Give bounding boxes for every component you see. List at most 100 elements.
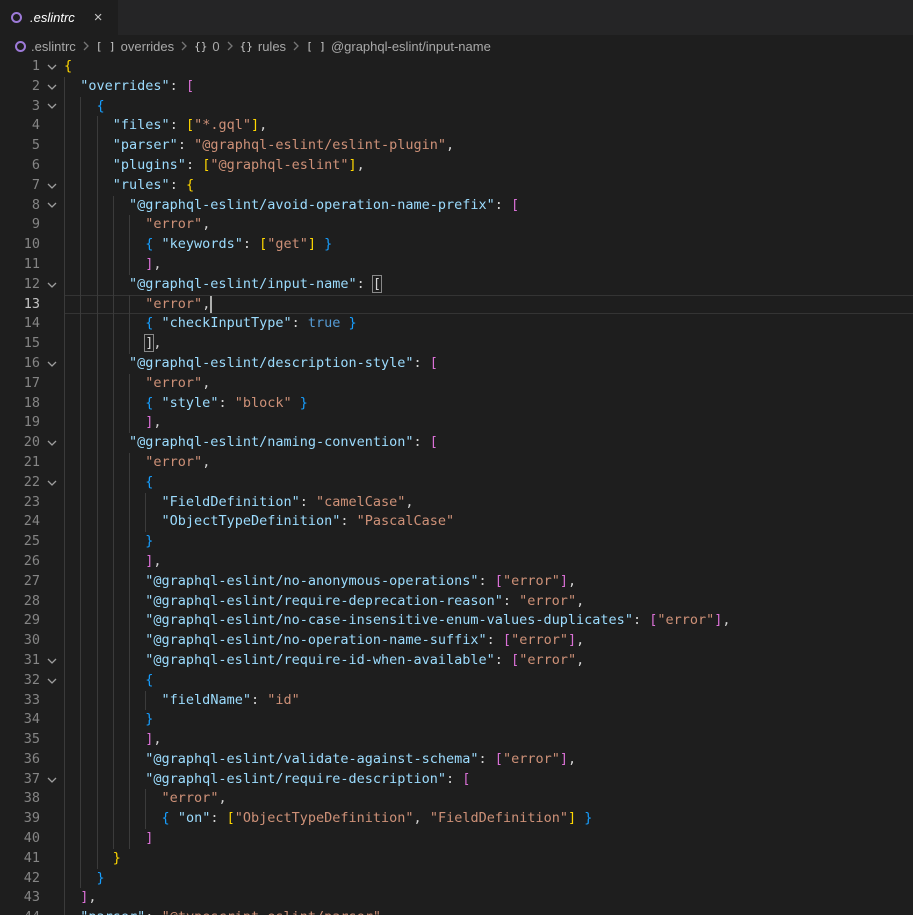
code-line[interactable]: 7 "rules": { <box>0 176 913 196</box>
code-line[interactable]: 42 } <box>0 869 913 889</box>
line-text[interactable]: "@graphql-eslint/require-description": [ <box>64 770 913 790</box>
code-line[interactable]: 10 { "keywords": ["get"] } <box>0 235 913 255</box>
line-text[interactable]: } <box>64 869 913 889</box>
line-text[interactable]: "@graphql-eslint/require-deprecation-rea… <box>64 592 913 612</box>
code-line[interactable]: 15 ], <box>0 334 913 354</box>
breadcrumb-item--eslintrc[interactable]: .eslintrc <box>15 39 76 54</box>
code-line[interactable]: 41 } <box>0 849 913 869</box>
line-text[interactable]: } <box>64 532 913 552</box>
line-text[interactable]: "@graphql-eslint/input-name": [ <box>64 275 913 295</box>
line-text[interactable]: ], <box>64 413 913 433</box>
code-line[interactable]: 4 "files": ["*.gql"], <box>0 116 913 136</box>
code-line[interactable]: 30 "@graphql-eslint/no-operation-name-su… <box>0 631 913 651</box>
tab-eslintrc[interactable]: .eslintrc × <box>0 0 118 35</box>
fold-chevron-icon[interactable] <box>40 275 64 295</box>
breadcrumb-item-overrides[interactable]: [ ]overrides <box>96 39 174 54</box>
fold-chevron-icon[interactable] <box>40 57 64 77</box>
line-text[interactable]: "error", <box>64 789 913 809</box>
line-text[interactable]: "error", <box>64 453 913 473</box>
code-line[interactable]: 2 "overrides": [ <box>0 77 913 97</box>
line-text[interactable]: { "keywords": ["get"] } <box>64 235 913 255</box>
line-text[interactable]: "FieldDefinition": "camelCase", <box>64 493 913 513</box>
code-line[interactable]: 32 { <box>0 671 913 691</box>
line-text[interactable]: "@graphql-eslint/description-style": [ <box>64 354 913 374</box>
code-line[interactable]: 19 ], <box>0 413 913 433</box>
code-line[interactable]: 21 "error", <box>0 453 913 473</box>
line-text[interactable]: ], <box>64 888 913 908</box>
code-line[interactable]: 28 "@graphql-eslint/require-deprecation-… <box>0 592 913 612</box>
line-text[interactable]: "error", <box>64 295 913 315</box>
code-line[interactable]: 35 ], <box>0 730 913 750</box>
line-text[interactable]: } <box>64 710 913 730</box>
code-line[interactable]: 12 "@graphql-eslint/input-name": [ <box>0 275 913 295</box>
code-line[interactable]: 20 "@graphql-eslint/naming-convention": … <box>0 433 913 453</box>
line-text[interactable]: "plugins": ["@graphql-eslint"], <box>64 156 913 176</box>
code-line[interactable]: 43 ], <box>0 888 913 908</box>
line-text[interactable]: "parser": "@typescript-eslint/parser" <box>64 908 913 915</box>
code-line[interactable]: 39 { "on": ["ObjectTypeDefinition", "Fie… <box>0 809 913 829</box>
code-line[interactable]: 27 "@graphql-eslint/no-anonymous-operati… <box>0 572 913 592</box>
line-text[interactable]: "@graphql-eslint/naming-convention": [ <box>64 433 913 453</box>
line-text[interactable]: "overrides": [ <box>64 77 913 97</box>
editor[interactable]: 1{2 "overrides": [3 {4 "files": ["*.gql"… <box>0 57 913 915</box>
code-line[interactable]: 40 ] <box>0 829 913 849</box>
close-icon[interactable]: × <box>91 9 106 26</box>
code-line[interactable]: 1{ <box>0 57 913 77</box>
line-text[interactable]: "rules": { <box>64 176 913 196</box>
code-line[interactable]: 23 "FieldDefinition": "camelCase", <box>0 493 913 513</box>
code-line[interactable]: 22 { <box>0 473 913 493</box>
line-text[interactable]: "parser": "@graphql-eslint/eslint-plugin… <box>64 136 913 156</box>
code-line[interactable]: 9 "error", <box>0 215 913 235</box>
code-line[interactable]: 14 { "checkInputType": true } <box>0 314 913 334</box>
code-line[interactable]: 37 "@graphql-eslint/require-description"… <box>0 770 913 790</box>
fold-chevron-icon[interactable] <box>40 433 64 453</box>
code-line[interactable]: 36 "@graphql-eslint/validate-against-sch… <box>0 750 913 770</box>
code-line[interactable]: 3 { <box>0 97 913 117</box>
code-line[interactable]: 16 "@graphql-eslint/description-style": … <box>0 354 913 374</box>
line-text[interactable]: { <box>64 671 913 691</box>
line-text[interactable]: ], <box>64 552 913 572</box>
code-line[interactable]: 25 } <box>0 532 913 552</box>
line-text[interactable]: "error", <box>64 374 913 394</box>
line-text[interactable]: ], <box>64 730 913 750</box>
code-line[interactable]: 33 "fieldName": "id" <box>0 691 913 711</box>
line-text[interactable]: "@graphql-eslint/no-operation-name-suffi… <box>64 631 913 651</box>
fold-chevron-icon[interactable] <box>40 176 64 196</box>
code-line[interactable]: 38 "error", <box>0 789 913 809</box>
code-line[interactable]: 26 ], <box>0 552 913 572</box>
fold-chevron-icon[interactable] <box>40 473 64 493</box>
fold-chevron-icon[interactable] <box>40 671 64 691</box>
line-text[interactable]: { <box>64 473 913 493</box>
fold-chevron-icon[interactable] <box>40 77 64 97</box>
code-line[interactable]: 8 "@graphql-eslint/avoid-operation-name-… <box>0 196 913 216</box>
line-text[interactable]: "ObjectTypeDefinition": "PascalCase" <box>64 512 913 532</box>
line-text[interactable]: { "checkInputType": true } <box>64 314 913 334</box>
line-text[interactable]: "@graphql-eslint/no-anonymous-operations… <box>64 572 913 592</box>
line-text[interactable]: "fieldName": "id" <box>64 691 913 711</box>
code-line[interactable]: 24 "ObjectTypeDefinition": "PascalCase" <box>0 512 913 532</box>
line-text[interactable]: "files": ["*.gql"], <box>64 116 913 136</box>
code-line[interactable]: 44 "parser": "@typescript-eslint/parser" <box>0 908 913 915</box>
line-text[interactable]: { <box>64 57 913 77</box>
line-text[interactable]: { "style": "block" } <box>64 394 913 414</box>
code-line[interactable]: 31 "@graphql-eslint/require-id-when-avai… <box>0 651 913 671</box>
line-text[interactable]: ] <box>64 829 913 849</box>
code-line[interactable]: 11 ], <box>0 255 913 275</box>
code-line[interactable]: 5 "parser": "@graphql-eslint/eslint-plug… <box>0 136 913 156</box>
line-text[interactable]: "@graphql-eslint/require-id-when-availab… <box>64 651 913 671</box>
line-text[interactable]: "@graphql-eslint/avoid-operation-name-pr… <box>64 196 913 216</box>
code-line[interactable]: 13 "error", <box>0 295 913 315</box>
line-text[interactable]: ], <box>64 334 913 354</box>
breadcrumb-item--graphql-eslint-input-name[interactable]: [ ]@graphql-eslint/input-name <box>306 39 491 54</box>
breadcrumb-item-rules[interactable]: {}rules <box>240 39 286 54</box>
code-line[interactable]: 29 "@graphql-eslint/no-case-insensitive-… <box>0 611 913 631</box>
line-text[interactable]: "@graphql-eslint/no-case-insensitive-enu… <box>64 611 913 631</box>
line-text[interactable]: "@graphql-eslint/validate-against-schema… <box>64 750 913 770</box>
code-line[interactable]: 34 } <box>0 710 913 730</box>
line-text[interactable]: } <box>64 849 913 869</box>
code-line[interactable]: 18 { "style": "block" } <box>0 394 913 414</box>
fold-chevron-icon[interactable] <box>40 97 64 117</box>
fold-chevron-icon[interactable] <box>40 196 64 216</box>
line-text[interactable]: { "on": ["ObjectTypeDefinition", "FieldD… <box>64 809 913 829</box>
code-line[interactable]: 6 "plugins": ["@graphql-eslint"], <box>0 156 913 176</box>
